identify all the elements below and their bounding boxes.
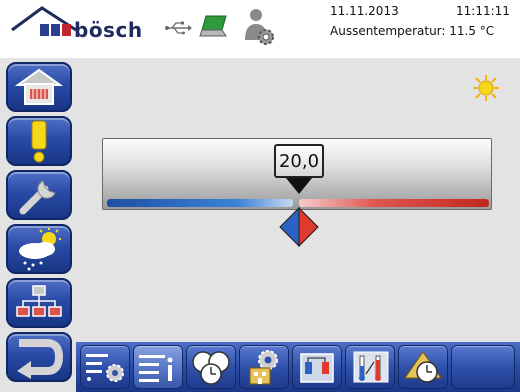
- network-icon: [16, 285, 62, 317]
- toolbar-timer-alarm-button[interactable]: [398, 345, 448, 389]
- wrench-icon: [19, 180, 56, 215]
- toolbar-heating-circuit-button[interactable]: [292, 345, 342, 389]
- hot-track: [299, 199, 489, 207]
- gear-building-icon: [249, 350, 278, 385]
- sidebar-item-home[interactable]: [6, 62, 72, 112]
- toolbar-settings-list-button[interactable]: [80, 345, 130, 389]
- sidebar-item-back[interactable]: [6, 332, 72, 382]
- sidebar-item-weather[interactable]: [6, 224, 72, 274]
- user-gear-icon: [245, 9, 274, 45]
- weather-icon: [19, 228, 61, 271]
- clocks-icon: [192, 351, 230, 385]
- date-display: 11.11.2013: [330, 4, 399, 18]
- bottom-toolbar: [76, 342, 520, 392]
- house-icon: [14, 68, 64, 105]
- timer-alarm-icon: [404, 351, 442, 383]
- setpoint-value[interactable]: 20,0: [274, 144, 324, 178]
- main-panel: 20,0: [76, 58, 520, 342]
- cold-track: [107, 199, 293, 207]
- toolbar-thermometers-button[interactable]: [345, 345, 395, 389]
- header: bösch 11.11.2013 11:11:11 Aussentemperat…: [0, 0, 520, 58]
- heating-circuit-icon: [300, 353, 334, 383]
- laptop-icon: [199, 15, 227, 37]
- thermometers-icon: [353, 351, 389, 383]
- outside-temperature: Aussentemperatur: 11.5 °C: [330, 24, 495, 38]
- slider-handle[interactable]: [278, 206, 320, 248]
- toolbar-schedules-button[interactable]: [186, 345, 236, 389]
- sun-icon: [473, 75, 499, 101]
- toolbar-empty-button[interactable]: [451, 345, 515, 389]
- sidebar-item-service[interactable]: [6, 170, 72, 220]
- logo-bars-icon: [40, 24, 71, 36]
- slider-pointer-icon: [286, 178, 312, 194]
- sidebar-item-alarm[interactable]: [6, 116, 72, 166]
- exclamation-icon: [31, 120, 47, 163]
- info-list-icon: [139, 355, 173, 382]
- time-display: 11:11:11: [456, 4, 510, 18]
- sidebar-item-network[interactable]: [6, 278, 72, 328]
- toolbar-system-settings-button[interactable]: [239, 345, 289, 389]
- brand-logo: bösch: [74, 18, 143, 42]
- back-arrow-icon: [17, 339, 64, 379]
- sidebar: [0, 58, 76, 392]
- toolbar-info-list-button[interactable]: [133, 345, 183, 389]
- usb-icon: [165, 21, 192, 35]
- settings-list-icon: [86, 354, 124, 382]
